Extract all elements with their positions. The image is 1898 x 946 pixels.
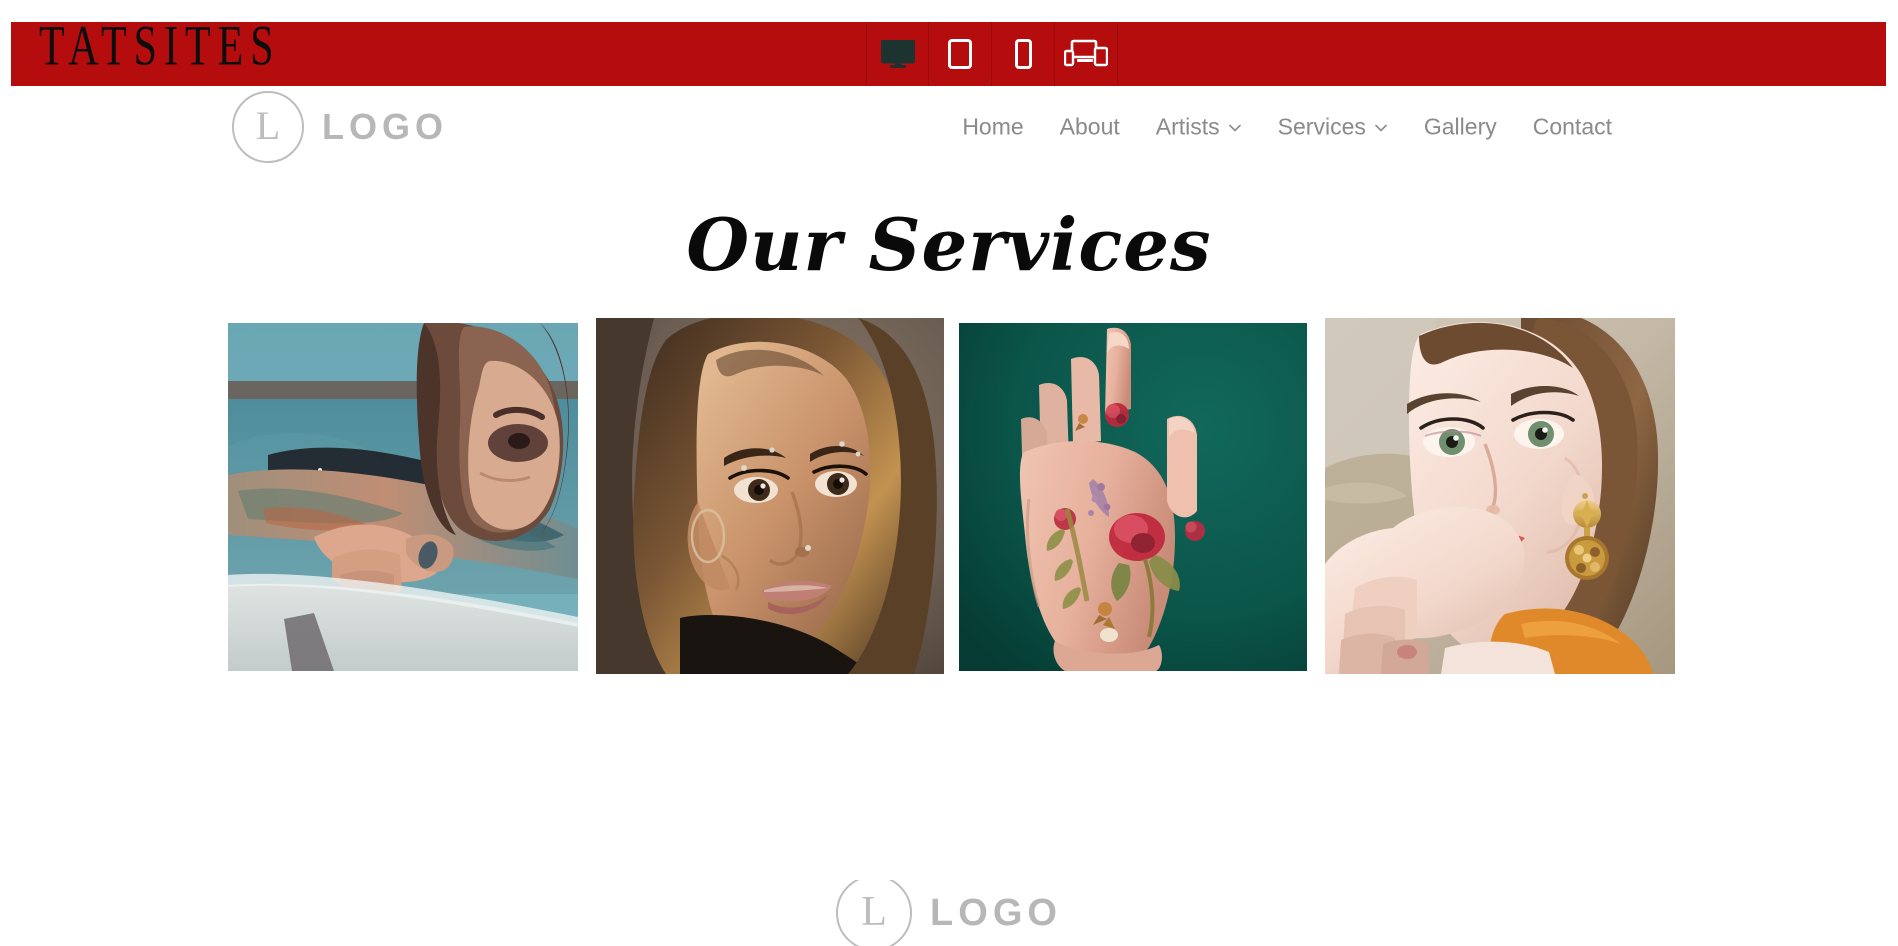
multi-device-icon <box>1064 39 1108 69</box>
photo-floral-hand-tattoo <box>959 323 1307 671</box>
logo-mark-letter: L <box>255 103 281 148</box>
builder-toolbar: TATSITES <box>11 19 1886 86</box>
service-image-1[interactable] <box>228 323 578 671</box>
page-title: Our Services <box>686 202 1212 287</box>
footer-logo-mark-letter: L <box>861 889 887 935</box>
photo-tattooed-surfer <box>228 323 578 671</box>
builder-brand-text: TATSITES <box>39 18 281 79</box>
service-image-2[interactable] <box>596 318 944 674</box>
tablet-icon <box>948 39 972 69</box>
responsive-preview-button[interactable] <box>1055 22 1118 86</box>
footer-logo[interactable]: L LOGO <box>0 880 1898 946</box>
nav-label-home: Home <box>962 113 1024 140</box>
services-gallery <box>228 318 1678 678</box>
tablet-preview-button[interactable] <box>929 22 992 86</box>
nav-item-gallery[interactable]: Gallery <box>1406 108 1515 147</box>
nav-label-artists: Artists <box>1155 113 1220 140</box>
nav-label-about: About <box>1059 113 1120 140</box>
service-image-3[interactable] <box>959 323 1307 671</box>
logo-circle-icon: L <box>232 91 304 163</box>
site-logo[interactable]: L LOGO <box>232 91 448 163</box>
footer-logo-circle-icon: L <box>836 880 913 946</box>
service-image-4[interactable] <box>1325 318 1675 674</box>
desktop-preview-button[interactable] <box>866 22 929 86</box>
nav-label-contact: Contact <box>1532 113 1612 140</box>
site-header: L LOGO Home About Artists Services Galle… <box>0 86 1898 168</box>
main-navigation: Home About Artists Services Gallery Cont… <box>944 108 1630 147</box>
mobile-icon <box>1014 39 1032 69</box>
nav-item-services[interactable]: Services <box>1260 108 1406 147</box>
photo-pierced-portrait <box>596 318 944 674</box>
logo-word: LOGO <box>322 106 448 147</box>
device-switcher <box>866 22 1118 86</box>
footer-logo-word: LOGO <box>930 891 1062 934</box>
nav-item-home[interactable]: Home <box>944 108 1041 147</box>
nav-item-artists[interactable]: Artists <box>1138 108 1260 147</box>
nav-label-gallery: Gallery <box>1423 113 1497 140</box>
nav-label-services: Services <box>1277 113 1366 140</box>
chevron-down-icon[interactable] <box>1228 120 1242 134</box>
chevron-down-icon[interactable] <box>1374 120 1388 134</box>
builder-brand[interactable]: TATSITES <box>39 18 281 82</box>
nav-item-contact[interactable]: Contact <box>1515 108 1630 147</box>
monitor-icon <box>880 40 915 68</box>
photo-gold-earring-portrait <box>1325 318 1675 674</box>
nav-item-about[interactable]: About <box>1042 108 1138 147</box>
website-builder-preview: TATSITES L LOGO Home About Artists Servi… <box>0 0 1898 946</box>
mobile-preview-button[interactable] <box>992 22 1055 86</box>
